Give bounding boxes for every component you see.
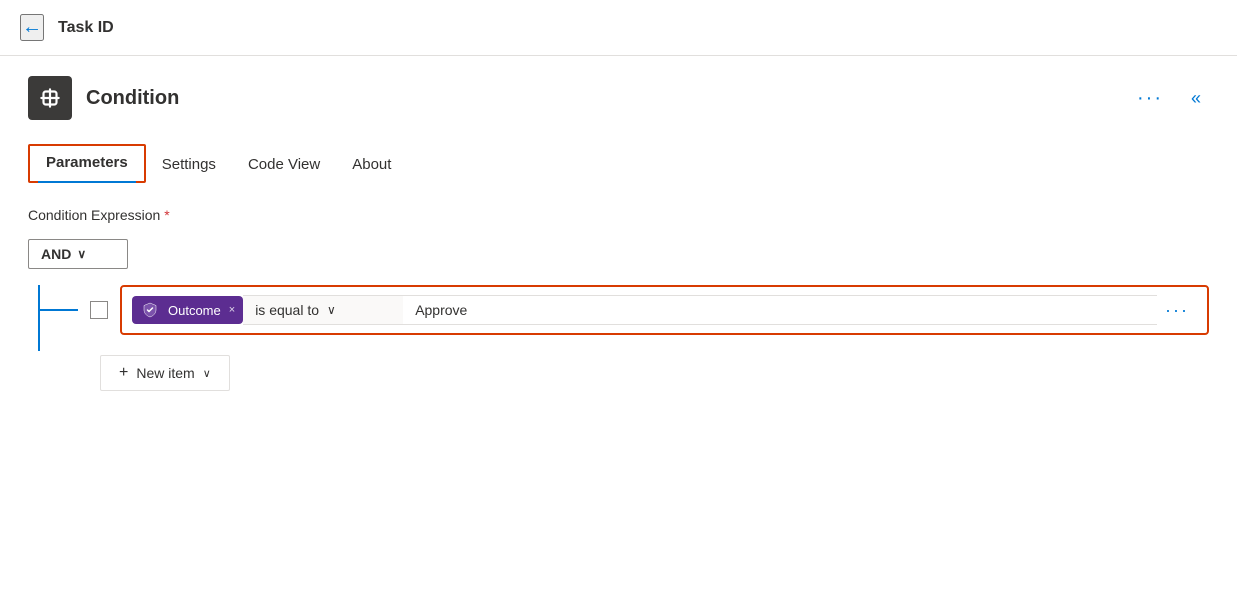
tabs-bar: Parameters Settings Code View About [28,144,1209,183]
token-label: Outcome [168,303,221,318]
required-star: * [164,207,169,223]
new-item-row: + New item ∨ [100,355,1209,391]
tab-code-view[interactable]: Code View [232,148,336,183]
condition-icon [28,76,72,120]
panel-header: Condition ··· « [28,76,1209,120]
header: ← Task ID [0,0,1237,56]
token-close-button[interactable]: × [229,304,235,316]
new-item-label: New item [136,365,194,381]
panel-collapse-button[interactable]: « [1183,84,1209,113]
value-input[interactable] [403,295,1157,325]
outcome-token: Outcome × [132,296,243,324]
condition-expression-label: Condition Expression* [28,207,1209,223]
panel-title: Condition [86,87,179,110]
back-button[interactable]: ← [20,14,44,41]
operator-chevron-icon: ∨ [327,303,336,317]
condition-expression-box: Outcome × is equal to ∨ ··· [120,285,1209,335]
tab-settings[interactable]: Settings [146,148,232,183]
tab-about[interactable]: About [336,148,407,183]
condition-svg-icon [37,85,63,111]
header-title: Task ID [58,19,114,37]
main-content: Condition ··· « Parameters Settings Code… [0,56,1237,411]
and-label: AND [41,246,71,262]
new-item-button[interactable]: + New item ∨ [100,355,230,391]
token-shield-icon [140,300,160,320]
new-item-chevron-icon: ∨ [203,367,211,380]
panel-actions: ··· « [1129,84,1209,113]
tab-parameters[interactable]: Parameters [28,144,146,183]
panel-title-row: Condition [28,76,179,120]
condition-row: Outcome × is equal to ∨ ··· [40,285,1209,335]
plus-icon: + [119,364,128,382]
tree-vertical-line [38,285,40,351]
panel-more-button[interactable]: ··· [1129,84,1171,112]
operator-label: is equal to [255,302,319,318]
and-dropdown[interactable]: AND ∨ [28,239,128,269]
row-more-button[interactable]: ··· [1157,296,1197,325]
operator-dropdown[interactable]: is equal to ∨ [243,295,403,325]
condition-checkbox[interactable] [90,301,108,319]
and-chevron-icon: ∨ [77,247,86,261]
tree-horizontal-line [40,309,78,311]
